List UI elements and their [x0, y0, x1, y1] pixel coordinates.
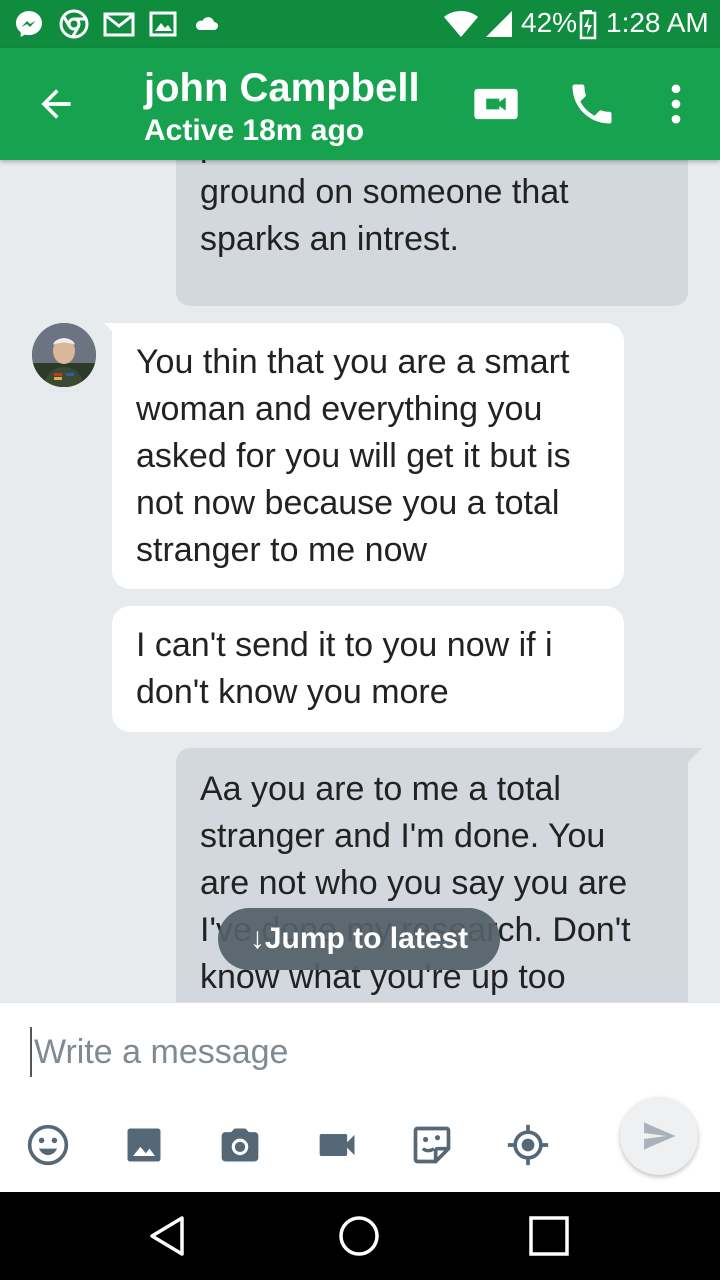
composer	[0, 1002, 720, 1192]
image-icon[interactable]	[122, 1123, 166, 1167]
more-vert-icon[interactable]	[650, 78, 702, 130]
send-icon	[644, 1122, 676, 1150]
status-bar: 42% 1:28 AM	[0, 0, 720, 48]
message-line: pull but most women do back	[200, 160, 640, 169]
message-line: I can't send it to you now if i	[136, 626, 553, 664]
battery-charging-icon	[579, 10, 597, 40]
message-line: stranger to me now	[136, 531, 428, 569]
wifi-icon	[444, 11, 478, 37]
message-line: Aa you are to me a total	[200, 770, 561, 808]
message-line: sparks an intrest.	[200, 220, 459, 258]
message-list[interactable]: pull but most women do back ground on so…	[0, 160, 720, 1002]
contact-name[interactable]: john Campbell	[144, 66, 420, 111]
message-bubble-incoming[interactable]: You thin that you are a smart woman and …	[112, 323, 624, 589]
message-line: ground on someone that	[200, 173, 569, 211]
send-button[interactable]	[620, 1097, 698, 1175]
app-bar: john Campbell Active 18m ago	[0, 48, 720, 160]
back-arrow-icon[interactable]	[34, 82, 78, 126]
message-bubble-outgoing[interactable]: pull but most women do back ground on so…	[176, 160, 688, 306]
recents-square-icon[interactable]	[521, 1208, 577, 1264]
signal-icon	[486, 11, 512, 37]
system-nav-bar	[0, 1192, 720, 1280]
gmail-icon	[103, 12, 135, 37]
bubble-tail	[688, 748, 702, 762]
jump-to-latest-label: Jump to latest	[264, 922, 469, 955]
messenger-icon	[16, 11, 42, 37]
message-input[interactable]	[30, 1027, 590, 1077]
message-line: woman and everything you	[136, 390, 543, 428]
home-circle-icon[interactable]	[331, 1208, 387, 1264]
camera-icon[interactable]	[218, 1123, 262, 1167]
sticker-icon[interactable]	[410, 1123, 454, 1167]
phone-icon[interactable]	[566, 78, 618, 130]
active-status: Active 18m ago	[144, 114, 365, 147]
cloud-icon	[195, 17, 218, 30]
image-icon	[149, 11, 177, 37]
message-line: asked for you will get it but is	[136, 437, 571, 475]
back-triangle-icon[interactable]	[142, 1208, 198, 1264]
message-bubble-incoming[interactable]: I can't send it to you now if i don't kn…	[112, 606, 624, 732]
emoji-icon[interactable]	[26, 1123, 70, 1167]
arrow-down-icon: ↓	[249, 922, 265, 955]
video-call-icon[interactable]	[470, 78, 522, 130]
message-line: stranger and I'm done. You	[200, 817, 606, 855]
avatar-image	[32, 323, 96, 387]
video-icon[interactable]	[316, 1123, 360, 1167]
clock: 1:28 AM	[606, 7, 709, 38]
jump-to-latest-button[interactable]: ↓Jump to latest	[218, 908, 500, 970]
location-icon[interactable]	[506, 1123, 550, 1167]
battery-percent: 42%	[521, 7, 578, 38]
avatar[interactable]	[32, 323, 96, 387]
message-line: don't know you more	[136, 673, 449, 711]
message-line: are not who you say you are	[200, 864, 628, 902]
chrome-icon	[59, 9, 89, 39]
message-line: not now because you a total	[136, 484, 560, 522]
message-line: You thin that you are a smart	[136, 343, 570, 381]
